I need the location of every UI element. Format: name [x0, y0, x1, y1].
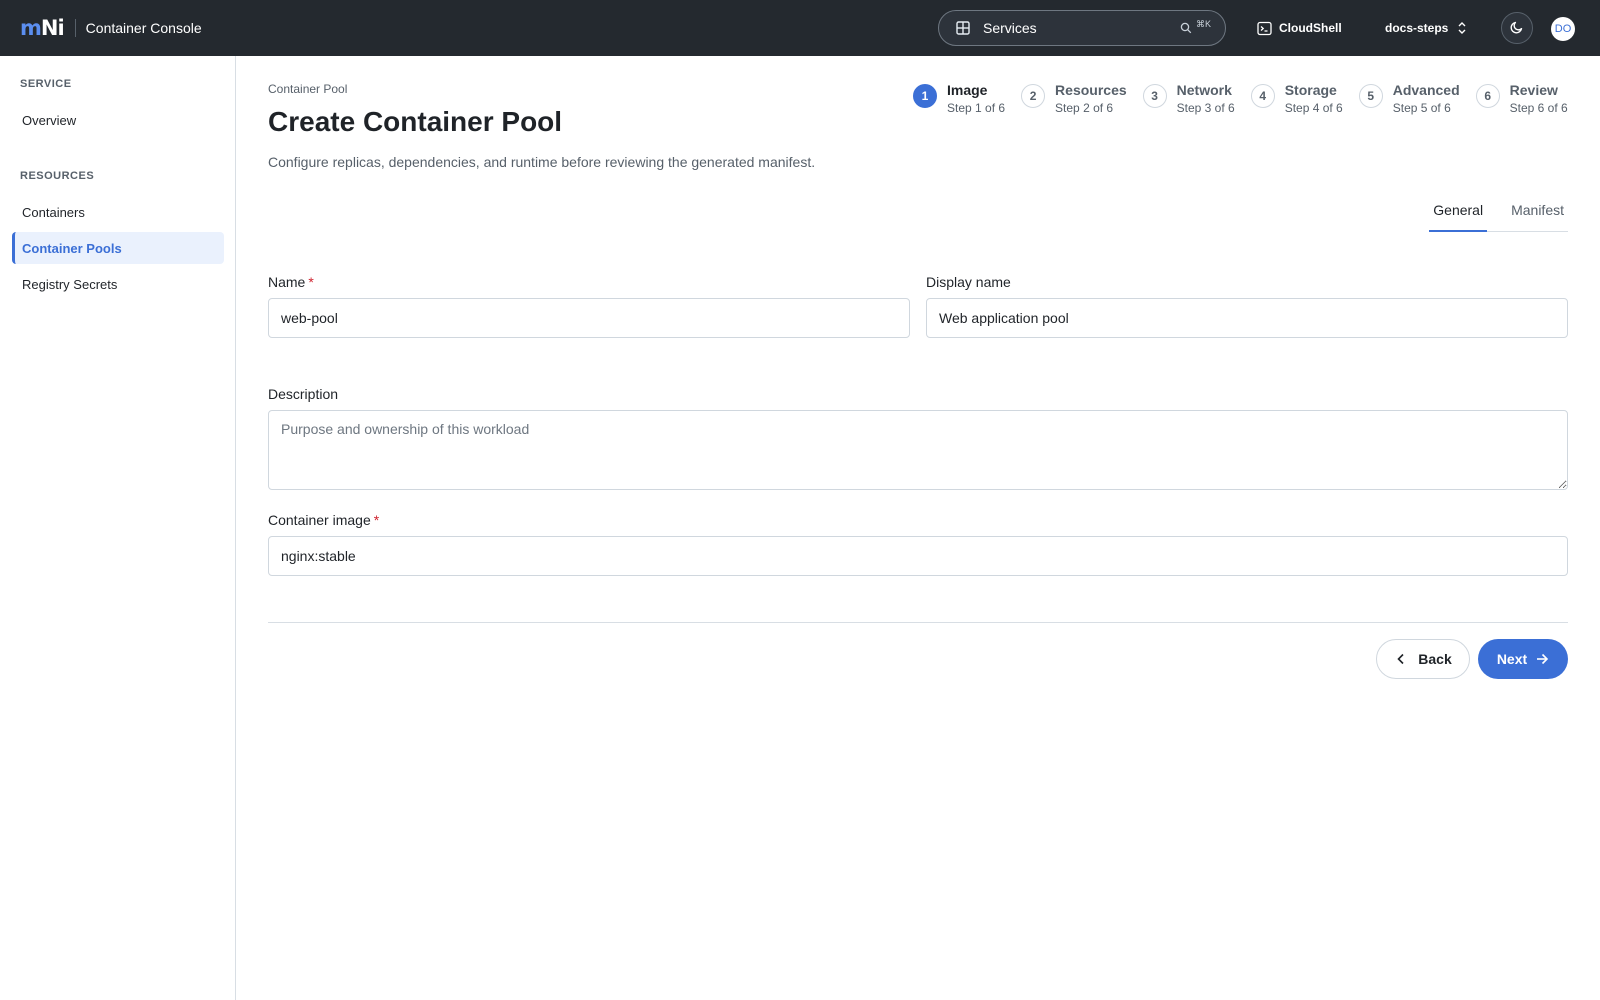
next-label: Next: [1496, 651, 1528, 667]
required-mark: *: [373, 512, 380, 528]
step-label: Network: [1176, 82, 1232, 98]
step-sub: Step 3 of 6: [1176, 101, 1235, 115]
top-bar: m Ni Container Console Services ⌘K CloudS…: [0, 0, 1600, 56]
required-mark: *: [308, 274, 314, 290]
search-icon: [1180, 22, 1192, 34]
page-title: Create Container Pool: [268, 106, 563, 137]
step-network[interactable]: 3 Network Step 3 of 6: [1142, 82, 1235, 115]
tab-general[interactable]: General: [1429, 196, 1488, 232]
search-label: Services: [983, 20, 1037, 36]
description-textarea[interactable]: [268, 410, 1568, 490]
sidebar-item-registry-secrets[interactable]: Registry Secrets: [12, 268, 224, 300]
chevron-up-down-icon: [1456, 21, 1468, 35]
breadcrumb[interactable]: Container Pool: [268, 82, 347, 96]
step-sub: Step 6 of 6: [1509, 101, 1568, 115]
step-image[interactable]: 1 Image Step 1 of 6: [913, 82, 1005, 115]
step-label: Resources: [1055, 82, 1127, 98]
avatar[interactable]: DO: [1551, 17, 1575, 41]
moon-icon: [1510, 20, 1524, 37]
back-button[interactable]: Back: [1376, 639, 1470, 679]
step-review[interactable]: 6 Review Step 6 of 6: [1475, 82, 1568, 115]
step-sub: Step 4 of 6: [1284, 101, 1343, 115]
step-number: 5: [1358, 84, 1383, 108]
step-sub: Step 5 of 6: [1392, 101, 1451, 115]
step-label: Storage: [1284, 82, 1337, 98]
step-number: 4: [1250, 84, 1275, 108]
grid-icon: [955, 20, 971, 36]
step-sub: Step 1 of 6: [947, 101, 1006, 115]
next-button[interactable]: Next: [1478, 639, 1568, 679]
step-number: 2: [1021, 84, 1046, 108]
sidebar-item-containers[interactable]: Containers: [12, 196, 224, 228]
sidebar: SERVICE Overview RESOURCES Containers Co…: [0, 56, 236, 1000]
sidebar-item-container-pools[interactable]: Container Pools: [12, 232, 224, 264]
step-number: 1: [913, 84, 937, 108]
step-storage[interactable]: 4 Storage Step 4 of 6: [1250, 82, 1343, 115]
brand-divider: [74, 19, 76, 37]
arrow-right-icon: [1535, 652, 1549, 666]
cloudshell-button[interactable]: CloudShell: [1257, 0, 1342, 56]
search-shortcut: ⌘K: [1195, 18, 1211, 29]
page-subtitle: Configure replicas, dependencies, and ru…: [268, 154, 816, 170]
step-resources[interactable]: 2 Resources Step 2 of 6: [1021, 82, 1127, 115]
services-search[interactable]: Services ⌘K: [938, 10, 1226, 46]
back-label: Back: [1418, 651, 1452, 667]
theme-toggle-button[interactable]: [1501, 12, 1533, 44]
name-label: Name *: [268, 274, 314, 290]
cloudshell-label: CloudShell: [1279, 21, 1342, 35]
logo[interactable]: m Ni: [20, 16, 65, 40]
wizard-stepper: 1 Image Step 1 of 6 2 Resources Step 2 of …: [913, 82, 1568, 115]
project-selector[interactable]: docs-steps: [1385, 0, 1468, 56]
step-number: 6: [1475, 84, 1500, 108]
step-label: Image: [947, 82, 988, 98]
tab-manifest[interactable]: Manifest: [1507, 196, 1568, 232]
display-name-label: Display name: [926, 274, 1011, 290]
step-label: Advanced: [1392, 82, 1460, 98]
sidebar-section-service: SERVICE: [20, 78, 72, 90]
step-advanced[interactable]: 5 Advanced Step 5 of 6: [1358, 82, 1460, 115]
brand[interactable]: m Ni Container Console: [20, 0, 202, 56]
app-title: Container Console: [85, 20, 202, 36]
chevron-left-icon: [1394, 652, 1408, 666]
display-name-input[interactable]: [926, 298, 1568, 338]
name-input[interactable]: [268, 298, 910, 338]
description-label: Description: [268, 386, 339, 402]
project-label: docs-steps: [1385, 21, 1449, 35]
container-image-label: Container image *: [268, 512, 380, 528]
terminal-icon: [1257, 21, 1272, 36]
container-image-input[interactable]: [268, 536, 1568, 576]
step-number: 3: [1142, 84, 1167, 108]
step-label: Review: [1509, 82, 1558, 98]
sidebar-section-resources: RESOURCES: [20, 170, 95, 182]
view-tabs: General Manifest: [1429, 196, 1568, 232]
step-sub: Step 2 of 6: [1055, 101, 1114, 115]
sidebar-item-overview[interactable]: Overview: [12, 104, 224, 136]
form-divider: [268, 622, 1568, 623]
